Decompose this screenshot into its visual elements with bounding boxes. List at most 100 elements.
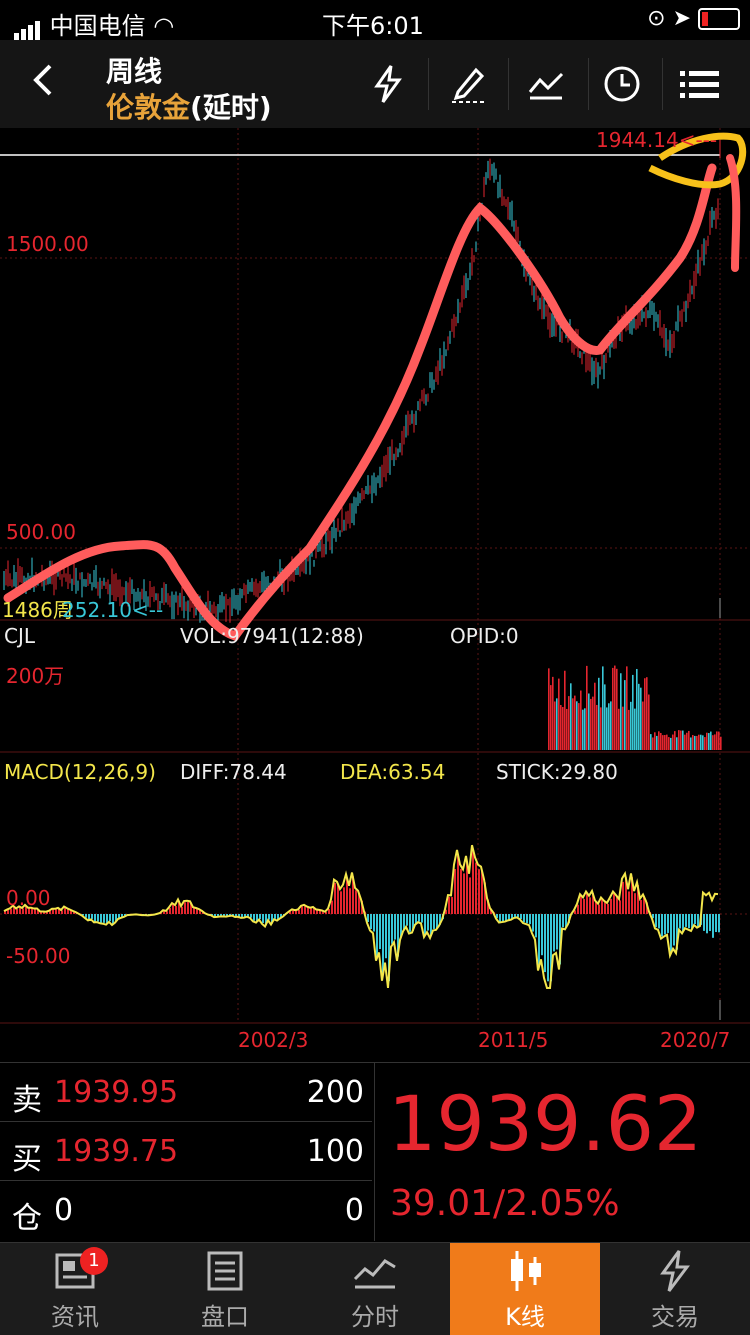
macd-diff: DIFF:78.44 [180,760,287,784]
macd-bar [94,914,96,922]
buy-row[interactable]: 买 1939.75 100 [0,1122,372,1181]
status-icons: ⊙ ➤ [647,6,740,31]
macd-bar [664,914,666,934]
volume-bar [582,710,584,750]
quote-panel: 卖 1939.95 200 买 1939.75 100 仓 0 0 1939.6… [0,1062,750,1241]
tab-orderbook[interactable]: 盘口 [150,1243,300,1335]
macd-bar [370,914,372,929]
macd-bar [421,914,423,923]
clock-button[interactable] [592,58,652,110]
volume-bar [660,733,662,750]
macd-bar [556,914,558,949]
kline-chart[interactable]: 1944.14<--- 1500.00 500.00 1486周 252.10<… [0,128,750,1060]
macd-bar [109,914,111,921]
x-label-2002: 2002/3 [238,1028,308,1052]
macd-bar [331,901,333,914]
tab-news[interactable]: 1 资讯 [0,1243,150,1335]
tab-timeshare[interactable]: 分时 [300,1243,450,1335]
volume-bar [612,668,614,750]
sell-row[interactable]: 卖 1939.95 200 [0,1063,372,1122]
back-button[interactable] [28,60,58,110]
macd-bar [268,914,270,920]
volume-bar [598,678,600,750]
sell-qty: 200 [307,1075,364,1110]
position-qty: 0 [345,1193,364,1228]
volume-bar [608,703,610,750]
tab-trade[interactable]: 交易 [600,1243,750,1335]
clock-icon [602,64,642,104]
menu-button[interactable] [670,58,730,110]
instrument-name: 伦敦金 [106,91,190,124]
volume-bar [676,737,678,750]
volume-bar [624,680,626,750]
news-badge: 1 [80,1247,108,1275]
status-time: 下午6:01 [322,6,424,41]
volume-bar [706,733,708,750]
volume-bar [620,673,622,750]
macd-bar [187,902,189,914]
macd-bar [274,914,276,919]
macd-bar [685,914,687,927]
macd-bar [538,914,540,965]
volume-bar [580,691,582,750]
macd-bar [463,873,465,914]
macd-bar [301,907,303,914]
trade-icon [600,1249,750,1297]
chart-canvas [0,128,750,1060]
volume-bar [564,671,566,750]
lock-rotation-icon: ⊙ [647,6,665,31]
volume-bar [602,666,604,750]
volume-bar [554,701,556,750]
sell-price: 1939.95 [54,1075,178,1110]
high-price-label: 1944.14<--- [596,128,717,152]
volume-bar [644,678,646,750]
macd-bar [97,914,99,921]
macd-bar [379,914,381,949]
macd-bar [703,914,705,931]
tab-bar: 1 资讯 盘口 分时 K线 交易 [0,1242,750,1335]
macd-bar [508,914,510,920]
macd-bar [532,914,534,932]
volume-bar [678,730,680,750]
position-label: 仓 [12,1193,42,1237]
volume-bar [664,735,666,750]
wifi-icon: ◠ [153,12,174,40]
macd-bar [553,914,555,951]
volume-bar [670,738,672,750]
volume-bar [674,731,676,750]
volume-bar [604,684,606,750]
macd-bar [391,914,393,944]
volume-bar [668,737,670,750]
macd-bar [607,904,609,914]
volume-bar [648,695,650,750]
macd-bar [310,908,312,914]
lightning-icon [373,64,403,104]
macd-bar [7,910,9,914]
macd-bar [475,863,477,914]
volume-bar [684,735,686,750]
tab-kline[interactable]: K线 [450,1243,600,1335]
macd-indicator-name[interactable]: MACD(12,26,9) [4,760,156,784]
volume-bar [568,696,570,750]
period-title: 周线 [106,50,162,90]
draw-button[interactable] [438,58,498,110]
indicator-button[interactable] [516,58,576,110]
volume-bar [636,669,638,750]
macd-bar [610,899,612,914]
volume-bar [566,709,568,750]
tab-kline-label: K线 [450,1297,600,1332]
price-change: 39.01/2.05% [390,1183,620,1224]
lightning-button[interactable] [358,58,418,110]
delay-label: (延时) [190,91,272,124]
indicator-icon [526,64,566,104]
volume-bar [652,737,654,750]
macd-bar [448,897,450,914]
macd-bar [673,914,675,946]
volume-bar [596,705,598,750]
macd-bar [667,914,669,933]
macd-bar [604,902,606,914]
volume-indicator-name[interactable]: CJL [4,624,35,648]
carrier: 中国电信 ◠ [14,6,174,41]
macd-bar [433,914,435,929]
buy-label: 买 [12,1134,42,1178]
